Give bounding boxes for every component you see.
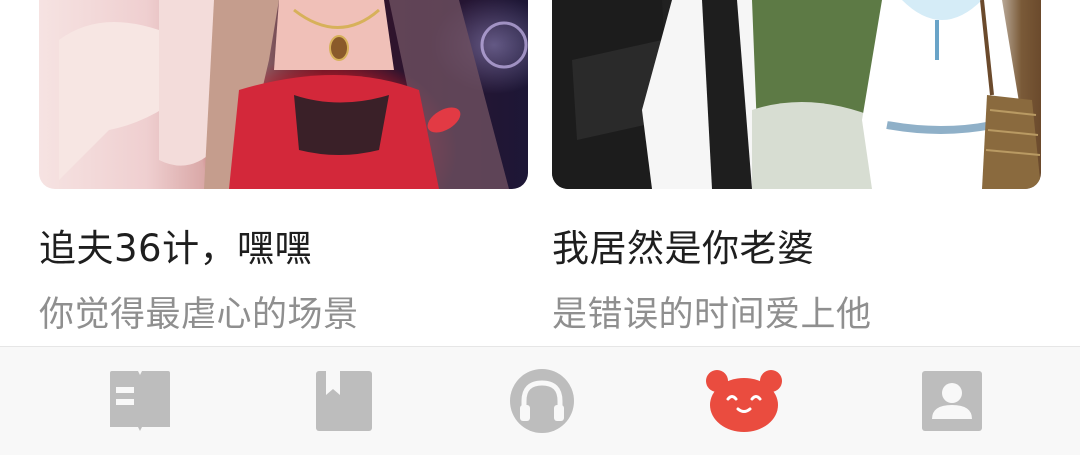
comic-title[interactable]: 我居然是你老婆	[552, 218, 815, 272]
tab-bookstore[interactable]	[306, 369, 386, 449]
book-open-icon	[110, 371, 170, 431]
tab-audio[interactable]	[500, 369, 580, 449]
headphones-icon	[510, 369, 574, 433]
comic-subtitle: 是错误的时间爱上他	[552, 295, 872, 335]
comic-card[interactable]: 我居然是你老婆 是错误的时间爱上他	[552, 0, 1041, 335]
bookmark-book-icon	[316, 371, 372, 431]
tab-comics[interactable]	[704, 369, 784, 449]
bottom-tab-bar	[0, 346, 1080, 455]
bear-face-icon	[706, 370, 782, 432]
comic-cover-image[interactable]	[552, 0, 1041, 189]
comic-cover-image[interactable]	[39, 0, 528, 189]
cover-illustration	[552, 0, 1041, 189]
user-profile-icon	[922, 371, 982, 431]
cover-illustration	[59, 0, 528, 189]
tab-profile[interactable]	[912, 369, 992, 449]
comic-card[interactable]: 追夫36计，嘿嘿 你觉得最虐心的场景	[39, 0, 528, 335]
comic-title[interactable]: 追夫36计，嘿嘿	[39, 218, 312, 272]
tab-bookshelf[interactable]	[100, 369, 180, 449]
comic-subtitle: 你觉得最虐心的场景	[39, 295, 359, 335]
